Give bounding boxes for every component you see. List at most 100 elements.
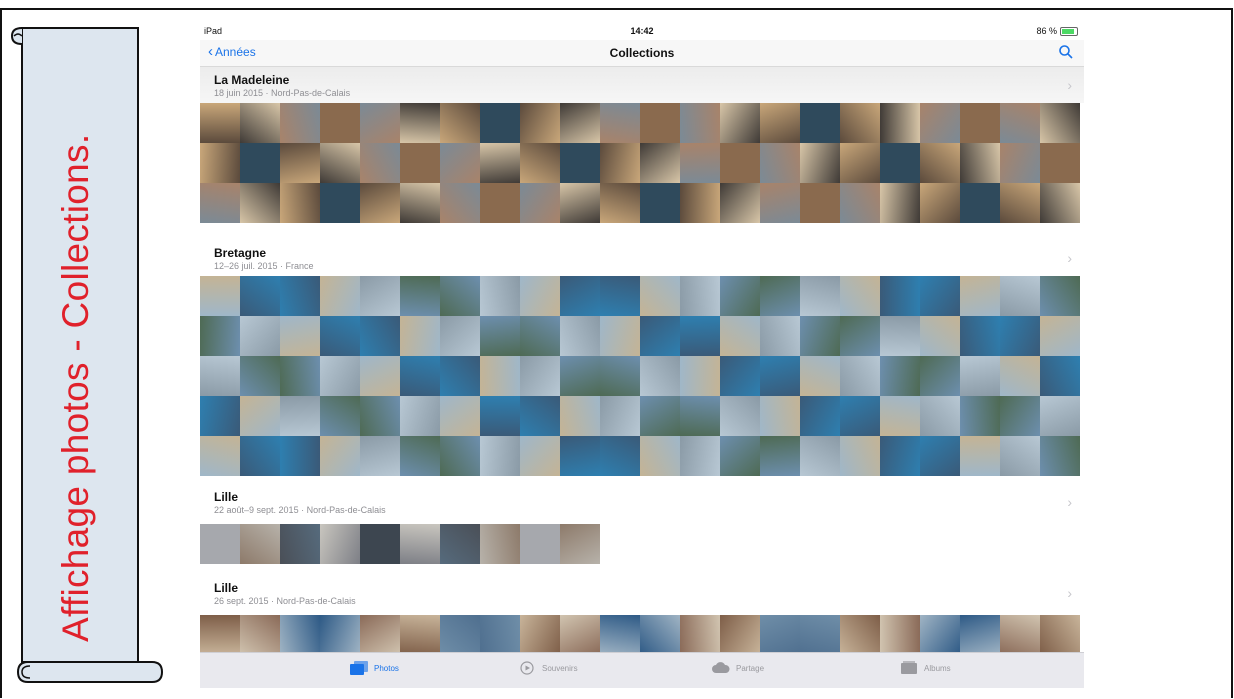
photo-thumbnail[interactable] [520,316,560,356]
collection-2[interactable]: Bretagne 12–26 juil. 2015 · France › [200,240,1084,476]
photo-thumbnail[interactable] [440,615,480,655]
photo-thumbnail[interactable] [640,356,680,396]
photo-thumbnail[interactable] [840,183,880,223]
photo-thumbnail[interactable] [760,143,800,183]
photo-thumbnail[interactable] [240,615,280,655]
tab-albums[interactable]: Albums [900,661,951,675]
photo-thumbnail[interactable] [760,396,800,436]
photo-thumbnail[interactable] [880,276,920,316]
photo-thumbnail[interactable] [400,396,440,436]
photo-thumbnail[interactable] [960,436,1000,476]
photo-thumbnail[interactable] [720,143,760,183]
photo-thumbnail[interactable] [880,436,920,476]
photo-thumbnail[interactable] [1040,396,1080,436]
photo-thumbnail[interactable] [680,103,720,143]
photo-thumbnail[interactable] [240,396,280,436]
photo-thumbnail[interactable] [240,103,280,143]
photo-thumbnail[interactable] [760,436,800,476]
photo-thumbnail[interactable] [480,276,520,316]
photo-thumbnail[interactable] [320,143,360,183]
photo-thumbnail[interactable] [960,356,1000,396]
photo-thumbnail[interactable] [880,103,920,143]
photo-thumbnail[interactable] [960,276,1000,316]
photo-thumbnail[interactable] [440,356,480,396]
photo-thumbnail[interactable] [360,276,400,316]
photo-thumbnail[interactable] [960,316,1000,356]
photo-thumbnail[interactable] [400,183,440,223]
photo-thumbnail[interactable] [800,615,840,655]
collection-3[interactable]: Lille 22 août–9 sept. 2015 · Nord-Pas-de… [200,484,1084,564]
photo-thumbnail[interactable] [640,316,680,356]
photo-thumbnail[interactable] [1000,143,1040,183]
photo-thumbnail[interactable] [880,615,920,655]
photo-thumbnail[interactable] [520,276,560,316]
photo-thumbnail[interactable] [720,276,760,316]
photo-thumbnail[interactable] [1000,183,1040,223]
photo-thumbnail[interactable] [440,524,480,564]
photo-thumbnail[interactable] [280,143,320,183]
photo-thumbnail[interactable] [480,615,520,655]
photo-thumbnail[interactable] [800,356,840,396]
photo-thumbnail[interactable] [920,276,960,316]
photo-thumbnail[interactable] [680,615,720,655]
photo-thumbnail[interactable] [920,316,960,356]
photo-thumbnail[interactable] [800,103,840,143]
photo-thumbnail[interactable] [360,615,400,655]
photo-thumbnail[interactable] [840,356,880,396]
photo-thumbnail[interactable] [360,356,400,396]
photo-thumbnail[interactable] [440,183,480,223]
photo-thumbnail[interactable] [280,436,320,476]
photo-thumbnail[interactable] [280,356,320,396]
photo-thumbnail[interactable] [800,436,840,476]
photo-thumbnail[interactable] [840,316,880,356]
photo-thumbnail[interactable] [600,436,640,476]
photo-thumbnail[interactable] [240,316,280,356]
photo-thumbnail[interactable] [280,103,320,143]
photo-thumbnail[interactable] [320,316,360,356]
photo-thumbnail[interactable] [480,396,520,436]
collection-4[interactable]: Lille 26 sept. 2015 · Nord-Pas-de-Calais… [200,575,1084,655]
photo-thumbnail[interactable] [720,615,760,655]
photo-thumbnail[interactable] [1040,276,1080,316]
photo-thumbnail[interactable] [760,316,800,356]
photo-thumbnail[interactable] [600,143,640,183]
photo-thumbnail[interactable] [920,103,960,143]
photo-thumbnail[interactable] [560,103,600,143]
photo-thumbnail[interactable] [600,103,640,143]
collection-header[interactable]: La Madeleine 18 juin 2015 · Nord-Pas-de-… [200,67,1084,103]
photo-thumbnail[interactable] [240,524,280,564]
photo-thumbnail[interactable] [800,183,840,223]
photo-thumbnail[interactable] [960,103,1000,143]
photo-thumbnail[interactable] [520,356,560,396]
photo-thumbnail[interactable] [520,103,560,143]
photo-thumbnail[interactable] [640,276,680,316]
photo-thumbnail[interactable] [880,316,920,356]
photo-thumbnail[interactable] [640,143,680,183]
photo-thumbnail[interactable] [600,615,640,655]
photo-thumbnail[interactable] [440,396,480,436]
photo-thumbnail[interactable] [560,615,600,655]
photo-thumbnail[interactable] [520,524,560,564]
photo-thumbnail[interactable] [400,316,440,356]
photo-thumbnail[interactable] [840,276,880,316]
photo-thumbnail[interactable] [520,143,560,183]
photo-thumbnail[interactable] [1040,316,1080,356]
photo-thumbnail[interactable] [200,143,240,183]
photo-thumbnail[interactable] [320,436,360,476]
photo-thumbnail[interactable] [840,615,880,655]
photo-thumbnail[interactable] [280,183,320,223]
photo-thumbnail[interactable] [1000,615,1040,655]
photo-thumbnail[interactable] [560,276,600,316]
photo-thumbnail[interactable] [440,103,480,143]
photo-thumbnail[interactable] [720,396,760,436]
collection-header[interactable]: Bretagne 12–26 juil. 2015 · France › [200,240,1084,276]
tab-photos[interactable]: Photos [350,661,399,675]
photo-thumbnail[interactable] [800,276,840,316]
photo-thumbnail[interactable] [720,436,760,476]
collection-1[interactable]: La Madeleine 18 juin 2015 · Nord-Pas-de-… [200,67,1084,223]
photo-thumbnail[interactable] [1040,103,1080,143]
photo-thumbnail[interactable] [200,103,240,143]
photo-thumbnail[interactable] [360,103,400,143]
photo-thumbnail[interactable] [520,615,560,655]
photo-thumbnail[interactable] [640,436,680,476]
